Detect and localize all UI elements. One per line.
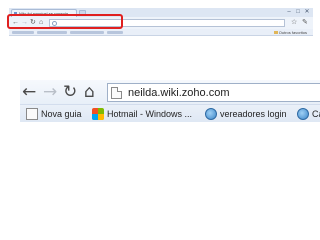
thumbnail-bookmark[interactable] (12, 31, 34, 34)
bookmark-hotmail[interactable]: Hotmail - Windows ... (92, 106, 196, 122)
wrench-icon[interactable]: ✎ (302, 18, 308, 28)
windows-icon (92, 108, 104, 120)
address-bar[interactable]: neilda.wiki.zoho.com (107, 83, 320, 102)
thumbnail-bookmark[interactable] (37, 31, 67, 34)
other-bookmarks-label: Outros favoritos (278, 30, 307, 35)
minimize-button[interactable]: – (285, 9, 293, 15)
page-icon (26, 108, 38, 120)
highlight-box (7, 14, 123, 29)
back-icon[interactable]: ← (22, 81, 36, 103)
bookmark-label: Cá (312, 109, 320, 119)
bookmark-label: Hotmail - Windows ... (107, 109, 193, 119)
forward-icon[interactable]: → (43, 81, 57, 103)
bookmark-label: vereadores login (220, 109, 287, 119)
address-text[interactable]: neilda.wiki.zoho.com (128, 85, 230, 101)
zoomed-toolbar: ← → ↻ ⌂ neilda.wiki.zoho.com (20, 80, 320, 104)
folder-icon (273, 31, 278, 35)
thumbnail-bookmark[interactable] (70, 31, 104, 34)
bookmark-vereadores-login[interactable]: vereadores login (205, 106, 295, 122)
page-icon (111, 87, 122, 99)
slide-canvas: Não foi possível se conecta... – □ ✕ ← →… (0, 0, 320, 240)
star-icon[interactable]: ☆ (291, 18, 297, 28)
reload-icon[interactable]: ↻ (63, 81, 77, 103)
maximize-button[interactable]: □ (294, 9, 302, 15)
other-bookmarks-folder[interactable]: Outros favoritos (273, 30, 307, 35)
home-icon[interactable]: ⌂ (84, 81, 95, 103)
bookmark-partial[interactable]: Cá (297, 106, 320, 122)
bookmarks-bar: Nova guia Hotmail - Windows ... vereador… (20, 104, 320, 122)
globe-icon (297, 108, 309, 120)
close-window-button[interactable]: ✕ (303, 9, 311, 15)
bookmark-nova-guia[interactable]: Nova guia (26, 106, 88, 122)
thumbnail-bookmark[interactable] (107, 31, 123, 34)
zoomed-toolbar-panel: ← → ↻ ⌂ neilda.wiki.zoho.com Nova guia H… (20, 80, 320, 122)
bookmark-label: Nova guia (41, 109, 82, 119)
globe-icon (205, 108, 217, 120)
thumbnail-bookmarks-bar: Outros favoritos (9, 29, 313, 36)
